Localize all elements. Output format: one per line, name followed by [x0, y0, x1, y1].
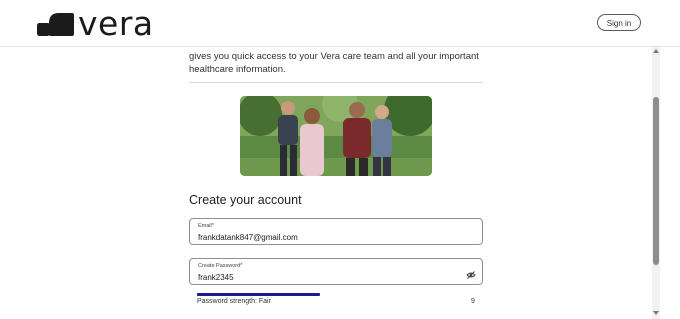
hero-photo — [240, 96, 432, 176]
password-field[interactable]: Create Password* frank2345 — [189, 258, 483, 285]
password-strength-label: Password strength: Fair — [197, 298, 271, 305]
email-field[interactable]: Email* frankdatank847@gmail.com — [189, 218, 483, 245]
form-title: Create your account — [189, 193, 302, 207]
intro-line-1: gives you quick access to your Vera care… — [189, 51, 479, 62]
intro-line-2: healthcare information. — [189, 64, 286, 75]
vertical-scrollbar[interactable] — [652, 47, 660, 319]
sign-in-button[interactable]: Sign in — [597, 14, 641, 31]
divider — [189, 82, 483, 83]
vera-logo[interactable]: vera — [37, 4, 154, 43]
scroll-down-arrow-icon[interactable] — [653, 311, 659, 315]
scrollbar-thumb[interactable] — [653, 97, 659, 265]
email-value[interactable]: frankdatank847@gmail.com — [198, 233, 298, 242]
email-label: Email* — [198, 223, 214, 229]
password-value[interactable]: frank2345 — [198, 273, 234, 282]
password-strength-bar — [197, 293, 320, 296]
logo-wordmark: vera — [78, 4, 154, 43]
main-content: gives you quick access to your Vera care… — [0, 47, 652, 319]
password-label: Create Password* — [198, 263, 243, 269]
vera-logo-icon — [37, 11, 74, 37]
scroll-up-arrow-icon[interactable] — [653, 49, 659, 53]
intro-text: gives you quick access to your Vera care… — [189, 50, 489, 76]
app-header: vera Sign in — [0, 0, 680, 47]
password-length-count: 9 — [471, 298, 475, 305]
eye-slash-icon[interactable] — [466, 267, 476, 279]
